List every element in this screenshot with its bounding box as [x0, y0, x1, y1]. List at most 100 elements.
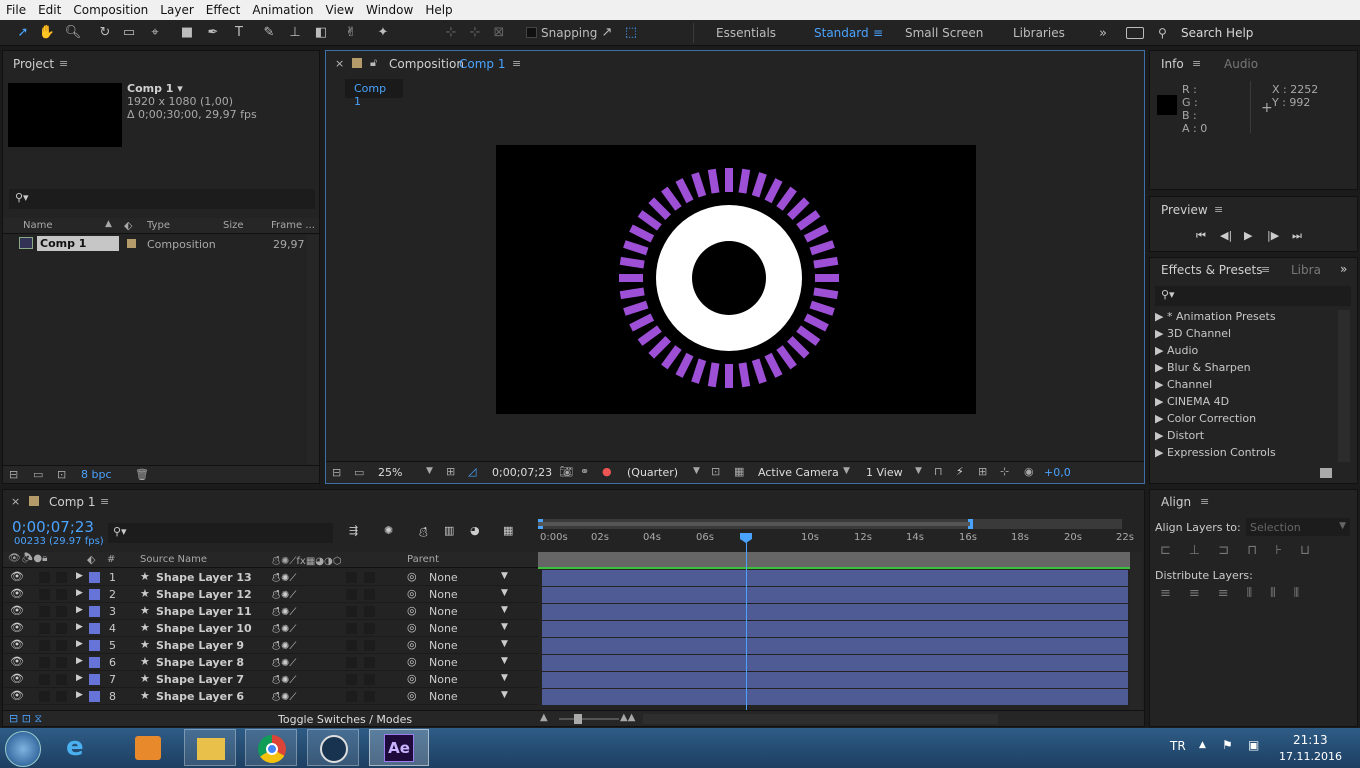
media-player-icon[interactable]	[135, 736, 161, 760]
layer-duration-bar[interactable]	[542, 655, 1128, 671]
more-tabs-icon[interactable]: »	[1340, 262, 1347, 276]
pick-whip-icon[interactable]: ◎	[407, 604, 417, 617]
zoom-in-icon[interactable]: ▲▲	[620, 712, 635, 723]
lock-switch[interactable]	[56, 691, 67, 702]
graph-editor-icon[interactable]: ▦	[503, 524, 513, 537]
bit-depth-label[interactable]: 8 bpc	[81, 468, 112, 481]
effect-category-item[interactable]: ▶ Blur & Sharpen	[1155, 361, 1251, 374]
pick-whip-icon[interactable]: ◎	[407, 689, 417, 702]
timeline-v-scrollbar[interactable]	[1130, 552, 1142, 710]
expand-triangle-icon[interactable]: ▶	[76, 571, 83, 581]
layer-switches[interactable]: ⛄︎✺⟋	[271, 604, 296, 619]
layer-row[interactable]: 👁︎ ▶ 4 ★ Shape Layer 10 ⛄︎✺⟋ ◎ None ▼	[3, 620, 538, 637]
expand-switches-icon[interactable]: ⊟ ⊡ ⧖	[9, 712, 42, 726]
chevron-down-icon[interactable]: ▼	[501, 622, 508, 632]
shy-layers-icon[interactable]: ⛄︎	[418, 524, 429, 540]
hand-tool-icon[interactable]: ✋	[38, 25, 56, 41]
pick-whip-icon[interactable]: ◎	[407, 621, 417, 634]
project-scrollbar[interactable]	[307, 235, 319, 465]
channel-icon[interactable]: ●	[602, 465, 612, 478]
new-folder-icon[interactable]: ▭	[33, 468, 43, 481]
monitor-icon[interactable]: ▭	[354, 466, 364, 479]
mode-switch[interactable]	[346, 606, 357, 617]
effect-category-item[interactable]: ▶ Expression Controls	[1155, 446, 1276, 459]
col-parent[interactable]: Parent	[407, 554, 439, 565]
solo-switch[interactable]	[39, 606, 50, 617]
av-features-icon[interactable]: 👁︎🔈︎●🔒︎	[8, 553, 47, 564]
mode-switch[interactable]	[364, 572, 375, 583]
panel-menu-icon[interactable]: ≡	[1261, 263, 1270, 276]
eye-icon[interactable]: 👁︎	[10, 655, 24, 668]
clock-time[interactable]: 21:13	[1293, 733, 1328, 747]
clock-date[interactable]: 17.11.2016	[1279, 750, 1342, 763]
align-title[interactable]: Align	[1161, 495, 1191, 509]
mode-switch[interactable]	[346, 572, 357, 583]
effect-category-item[interactable]: ▶ 3D Channel	[1155, 327, 1231, 340]
toggle-pixel-aspect-icon[interactable]: ⊓	[934, 465, 943, 478]
zoom-slider-handle[interactable]	[574, 714, 582, 724]
play-icon[interactable]: ▶	[1244, 229, 1252, 242]
layer-row[interactable]: 👁︎ ▶ 1 ★ Shape Layer 13 ⛄︎✺⟋ ◎ None ▼	[3, 569, 538, 586]
explorer-taskbar-button[interactable]	[184, 729, 236, 766]
sync-settings-icon[interactable]	[1126, 27, 1144, 39]
expand-triangle-icon[interactable]: ▶	[76, 588, 83, 598]
rotate-tool-icon[interactable]: ↻	[96, 25, 114, 41]
interpret-footage-icon[interactable]: ⊟	[9, 468, 18, 481]
col-source-name[interactable]: Source Name	[140, 554, 207, 565]
mode-switch[interactable]	[346, 623, 357, 634]
layer-label-swatch[interactable]	[89, 691, 100, 702]
chevron-down-icon[interactable]: ▼	[501, 673, 508, 683]
frame-blending-icon[interactable]: ▥	[444, 524, 454, 537]
align-buttons[interactable]: ⊏⊥⊐⊓⊦⊔	[1160, 543, 1328, 558]
layer-duration-bar[interactable]	[542, 689, 1128, 705]
more-workspaces-icon[interactable]: »	[1099, 26, 1107, 41]
chevron-down-icon[interactable]: ▼	[843, 466, 850, 476]
eye-icon[interactable]: 👁︎	[10, 621, 24, 634]
layer-label-swatch[interactable]	[89, 674, 100, 685]
tab-libraries[interactable]: Libra	[1291, 263, 1321, 277]
zoom-slider-track[interactable]	[559, 718, 619, 720]
layer-name[interactable]: Shape Layer 11	[156, 605, 252, 618]
eraser-tool-icon[interactable]: ◧	[312, 25, 330, 41]
snap-options-icon[interactable]: ↗	[598, 25, 616, 41]
timeline-h-scrollbar[interactable]	[643, 714, 998, 724]
next-frame-icon[interactable]: |▶	[1267, 229, 1279, 242]
current-time-display[interactable]: 0;00;07;23	[492, 466, 552, 479]
layer-row[interactable]: 👁︎ ▶ 2 ★ Shape Layer 12 ⛄︎✺⟋ ◎ None ▼	[3, 586, 538, 603]
search-help-label[interactable]: Search Help	[1181, 26, 1253, 40]
snapping-checkbox[interactable]	[526, 27, 537, 38]
parent-select[interactable]: None	[429, 571, 458, 584]
menu-file[interactable]: File	[0, 3, 32, 17]
network-icon[interactable]: ▣	[1248, 738, 1259, 752]
chevron-down-icon[interactable]: ▼	[501, 588, 508, 598]
snap-grid-icon[interactable]: ⬚	[622, 25, 640, 41]
camera-tool-icon[interactable]: ▭	[120, 25, 138, 41]
safe-margins-icon[interactable]: ⊞	[446, 465, 455, 478]
expand-triangle-icon[interactable]: ▶	[76, 622, 83, 632]
col-number[interactable]: #	[107, 554, 115, 565]
eye-icon[interactable]: 👁︎	[10, 587, 24, 600]
comp-tab[interactable]: Comp 1	[345, 79, 403, 108]
layer-name[interactable]: Shape Layer 13	[156, 571, 252, 584]
after-effects-taskbar-button[interactable]: Ae	[369, 729, 429, 766]
close-icon[interactable]: ×	[335, 57, 344, 70]
sort-icon[interactable]: ▲	[105, 219, 112, 229]
transparency-grid-icon[interactable]: ▦	[734, 465, 744, 478]
effect-category-item[interactable]: ▶ Color Correction	[1155, 412, 1256, 425]
last-frame-icon[interactable]: ⏭︎	[1292, 229, 1302, 243]
layer-duration-bar[interactable]	[542, 672, 1128, 688]
first-frame-icon[interactable]: ⏮︎	[1196, 229, 1206, 243]
lock-switch[interactable]	[56, 640, 67, 651]
solo-switch[interactable]	[39, 623, 50, 634]
brush-tool-icon[interactable]: ✎	[260, 25, 278, 41]
panel-menu-icon[interactable]: ≡	[1214, 203, 1223, 216]
lock-switch[interactable]	[56, 606, 67, 617]
pick-whip-icon[interactable]: ◎	[407, 638, 417, 651]
workspace-essentials[interactable]: Essentials	[716, 26, 776, 40]
parent-select[interactable]: None	[429, 605, 458, 618]
project-panel-title[interactable]: Project	[13, 57, 54, 71]
axis-view-icon[interactable]: ⊠	[490, 25, 508, 41]
timeline-search-input[interactable]: ⚲▾	[108, 523, 333, 543]
resolution-select[interactable]: (Quarter)	[627, 466, 678, 479]
lock-switch[interactable]	[56, 589, 67, 600]
